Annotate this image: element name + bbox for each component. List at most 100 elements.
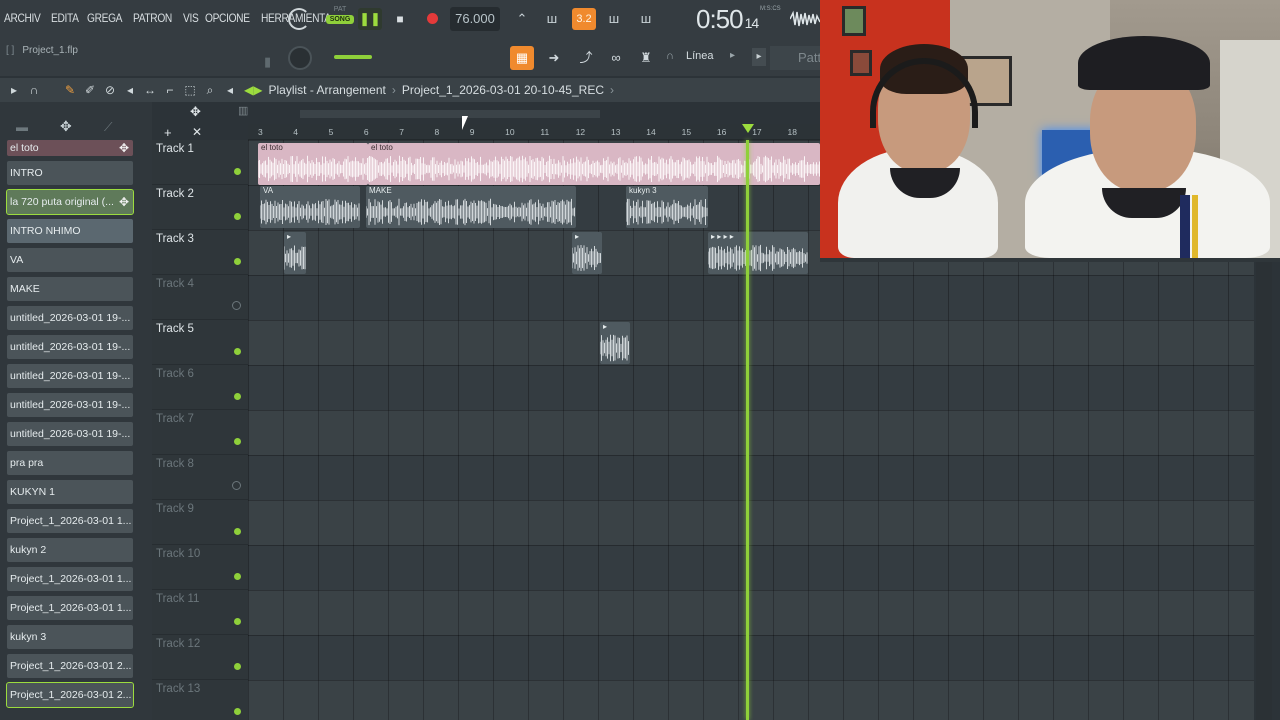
clip-list-item[interactable]: untitled_2026-03-01 19-... [7, 422, 133, 446]
track-mute-led[interactable] [234, 573, 241, 580]
clip-list-item[interactable]: INTRO [7, 161, 133, 185]
track-mute-led[interactable] [234, 528, 241, 535]
clip-list-item[interactable]: MAKE [7, 277, 133, 301]
zoom-icon[interactable]: ⌕ [200, 81, 220, 99]
countdown-button[interactable]: 3.2 [572, 8, 596, 30]
audio-clip[interactable]: MAKE [366, 186, 576, 228]
expand-icon[interactable]: ✥ [119, 140, 129, 156]
tempo-display[interactable]: 76.000 [450, 7, 500, 31]
overview-scrollbar[interactable] [300, 110, 600, 118]
menu-archivo[interactable]: ARCHIV [4, 11, 41, 25]
track-mute-led[interactable] [234, 213, 241, 220]
track-header[interactable]: Track 1 [152, 140, 248, 185]
playlist-window-icon[interactable]: ▦ [510, 46, 534, 70]
track-header[interactable]: Track 6 [152, 365, 248, 410]
track-mute-led[interactable] [234, 708, 241, 715]
menu-agregar[interactable]: GREGA [87, 11, 122, 25]
track-header[interactable]: Track 10 [152, 545, 248, 590]
arrow-menu-icon[interactable]: ▸ [4, 81, 24, 99]
wait-input-icon[interactable]: ш [540, 8, 564, 30]
track-mute-led[interactable] [234, 258, 241, 265]
clip-list-item[interactable]: Project_1_2026-03-01 1... [7, 509, 133, 533]
menu-patron[interactable]: PATRON [133, 11, 172, 25]
clip-list-item[interactable]: untitled_2026-03-01 19-... [7, 335, 133, 359]
track-header[interactable]: Track 9 [152, 500, 248, 545]
audio-clip[interactable]: ▸ [600, 322, 630, 364]
channel-rack-icon[interactable]: ➜ [542, 46, 566, 70]
track-header[interactable]: Track 2 [152, 185, 248, 230]
clip-list-item[interactable]: el toto ✥ [7, 140, 133, 156]
playlist-arrow-icon[interactable]: ◀▶ [244, 83, 262, 97]
audio-clip[interactable]: ▸ [572, 232, 602, 274]
track-mute-led[interactable] [234, 393, 241, 400]
playhead-marker-icon[interactable] [742, 124, 754, 133]
track-mute-led[interactable] [234, 618, 241, 625]
pause-button[interactable]: ❚❚ [358, 8, 382, 30]
vertical-scrollbar[interactable] [1256, 262, 1272, 720]
clip-list-item[interactable]: KUKYN 1 [7, 480, 133, 504]
grid-toggle-icon[interactable]: ▥ [238, 104, 248, 117]
delete-icon[interactable]: ⊘ [100, 81, 120, 99]
stop-button[interactable]: ■ [388, 8, 412, 30]
timeline-ruler[interactable]: 3 4 5 6 7 8 9 10 11 12 13 14 15 16 17 18 [248, 124, 820, 140]
audio-clip[interactable]: el toto [258, 143, 368, 185]
stamp-icon[interactable]: ♜ [634, 46, 658, 70]
master-volume-slider[interactable] [334, 55, 372, 59]
select-icon[interactable]: ⬚ [180, 81, 200, 99]
menu-editar[interactable]: EDITA [51, 11, 79, 25]
clip-list-item[interactable]: VA [7, 248, 133, 272]
mixer-icon[interactable]: ⤴ [574, 46, 598, 70]
loop-record-icon[interactable]: ш [634, 8, 658, 30]
clip-list-item[interactable]: kukyn 3 [7, 625, 133, 649]
track-header[interactable]: Track 8 [152, 455, 248, 500]
track-mute-led[interactable] [232, 301, 241, 310]
magnet-snap-icon[interactable]: ∩ [24, 81, 44, 99]
clip-list-item[interactable]: kukyn 2 [7, 538, 133, 562]
picker-pen-icon[interactable]: ⟋ [104, 120, 112, 135]
blend-notes-icon[interactable]: ш [602, 8, 626, 30]
pattern-selector[interactable]: Patt [770, 46, 821, 70]
clip-list-item[interactable]: untitled_2026-03-01 19-... [7, 364, 133, 388]
expand-icon[interactable]: ✥ [119, 190, 129, 214]
slice-icon[interactable]: ⌐ [160, 81, 180, 99]
picker-toggle-icon[interactable]: ▬ [16, 120, 28, 134]
audio-clip[interactable]: ▸ ▸ ▸ ▸ [708, 232, 808, 274]
metronome-icon[interactable]: ⌃ [510, 8, 534, 30]
audio-clip[interactable]: kukyn 3 [626, 186, 708, 228]
menu-opciones[interactable]: OPCIONE [205, 11, 250, 25]
track-header[interactable]: Track 3 [152, 230, 248, 275]
track-header[interactable]: Track 4 [152, 275, 248, 320]
menu-vista[interactable]: VIS [183, 11, 199, 25]
track-mute-led[interactable] [234, 168, 241, 175]
track-mute-led[interactable] [232, 481, 241, 490]
slip-icon[interactable]: ↔ [140, 81, 160, 99]
track-header[interactable]: Track 7 [152, 410, 248, 455]
clip-list-item[interactable]: Project_1_2026-03-01 2... [6, 682, 134, 708]
snap-select[interactable]: Línea [686, 50, 714, 62]
brush-icon[interactable]: ✐ [80, 81, 100, 99]
track-mute-led[interactable] [234, 348, 241, 355]
clip-list-item[interactable]: Project_1_2026-03-01 1... [7, 567, 133, 591]
track-mute-led[interactable] [234, 663, 241, 670]
link-icon[interactable]: ∞ [604, 46, 628, 70]
track-header[interactable]: Track 5 [152, 320, 248, 365]
pat-song-toggle[interactable]: PAT SONG [326, 6, 354, 32]
audio-clip[interactable]: el toto [368, 143, 820, 185]
clip-list-item[interactable]: Project_1_2026-03-01 1... [7, 596, 133, 620]
close-icon[interactable]: ✕ [192, 125, 202, 139]
track-header[interactable]: Track 13 [152, 680, 248, 720]
pencil-icon[interactable]: ✎ [60, 81, 80, 99]
clip-list-item[interactable]: INTRO NHIMO [7, 219, 133, 243]
playback-icon[interactable]: ◂ [220, 81, 240, 99]
clip-list-item[interactable]: Project_1_2026-03-01 2... [7, 654, 133, 678]
track-header[interactable]: Track 12 [152, 635, 248, 680]
record-button[interactable] [420, 8, 444, 30]
clip-list-item[interactable]: untitled_2026-03-01 19-... [7, 306, 133, 330]
track-header[interactable]: Track 11 [152, 590, 248, 635]
mute-icon[interactable]: ◂ [120, 81, 140, 99]
master-pitch-knob[interactable] [288, 46, 312, 70]
expand-icon[interactable]: ✥ [60, 118, 72, 135]
clip-list-item[interactable]: untitled_2026-03-01 19-... [7, 393, 133, 417]
audio-clip[interactable]: ▸ [284, 232, 306, 274]
clip-list-item[interactable]: la 720 puta original (... ✥ [6, 189, 134, 215]
